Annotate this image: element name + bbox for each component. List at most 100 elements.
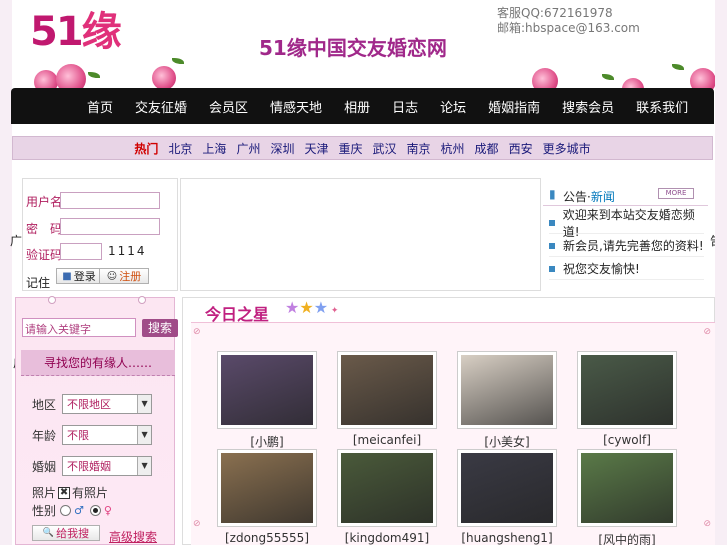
password-input[interactable]: [60, 218, 160, 235]
marriage-select[interactable]: 不限婚姻 ▼: [62, 456, 153, 476]
city-subnav: 热门 北京 上海 广州 深圳 天津 重庆 武汉 南京 杭州 成都 西安 更多城市: [12, 136, 713, 160]
bulb-icon: ▮: [549, 187, 556, 201]
subnav-item[interactable]: 天津: [304, 140, 328, 157]
password-label: 密 码: [26, 222, 63, 236]
photo-image: [341, 453, 433, 523]
subnav-item[interactable]: 深圳: [270, 140, 294, 157]
photo-option: 照片 ✖ 有照片: [32, 484, 108, 501]
photo-value: 有照片: [72, 486, 109, 500]
photo-image: [581, 453, 673, 523]
chevron-down-icon: ▼: [137, 426, 152, 444]
advanced-search-link[interactable]: 高级搜索: [109, 528, 157, 545]
right-edge-glyph: 告: [710, 234, 723, 248]
member-card[interactable]: [huangsheng1]: [457, 449, 557, 545]
member-name[interactable]: [小美女]: [457, 433, 557, 450]
search-input[interactable]: 请输入关键字: [22, 318, 136, 337]
nav-item[interactable]: 婚姻指南: [488, 97, 540, 116]
age-value: 不限: [67, 429, 90, 442]
member-name[interactable]: [huangsheng1]: [457, 531, 557, 545]
captcha-label: 验证码: [26, 248, 63, 262]
member-photo[interactable]: [217, 449, 317, 527]
search-button[interactable]: 搜索: [142, 319, 178, 337]
subnav-item[interactable]: 杭州: [441, 140, 465, 157]
nav-item[interactable]: 首页: [87, 97, 113, 116]
photo-image: [461, 355, 553, 425]
photo-image: [221, 355, 313, 425]
age-select[interactable]: 不限 ▼: [62, 425, 153, 445]
member-photo[interactable]: [337, 449, 437, 527]
subnav-item[interactable]: 南京: [407, 140, 431, 157]
member-card[interactable]: [kingdom491]: [337, 449, 437, 545]
nav-item[interactable]: 日志: [392, 97, 418, 116]
nav-item[interactable]: 论坛: [440, 97, 466, 116]
nav-item[interactable]: 相册: [344, 97, 370, 116]
nav-item[interactable]: 情感天地: [270, 97, 322, 116]
member-name[interactable]: [小鹏]: [217, 433, 317, 450]
member-photo[interactable]: [457, 351, 557, 429]
member-photo[interactable]: [337, 351, 437, 429]
member-name[interactable]: [zdong55555]: [217, 531, 317, 545]
user-icon: ☺: [106, 270, 118, 282]
member-photo[interactable]: [457, 449, 557, 527]
photo-image: [221, 453, 313, 523]
nav-item[interactable]: 会员区: [209, 97, 248, 116]
banner-area: [180, 178, 541, 291]
member-photo[interactable]: [577, 351, 677, 429]
username-input[interactable]: [60, 192, 160, 209]
remember-label: 记住: [26, 276, 51, 290]
news-header: ▮ 公告·新闻 MORE: [543, 184, 708, 206]
member-name[interactable]: [风中的雨]: [577, 531, 677, 545]
news-item[interactable]: 新会员,请先完善您的资料!: [549, 235, 704, 257]
member-name[interactable]: [cywolf]: [577, 433, 677, 447]
male-radio[interactable]: [60, 505, 72, 516]
gender-label: 性别: [32, 504, 57, 518]
region-select[interactable]: 不限地区 ▼: [62, 394, 153, 414]
member-name[interactable]: [meicanfei]: [337, 433, 437, 447]
member-photo[interactable]: [217, 351, 317, 429]
subnav-item[interactable]: 重庆: [338, 140, 362, 157]
member-card[interactable]: [cywolf]: [577, 351, 677, 447]
chevron-down-icon: ▼: [137, 457, 152, 475]
subnav-item[interactable]: 成都: [475, 140, 499, 157]
leaf-decoration: [672, 64, 684, 70]
member-card[interactable]: [meicanfei]: [337, 351, 437, 447]
more-button[interactable]: MORE: [658, 188, 694, 199]
news-panel: ▮ 公告·新闻 MORE 欢迎来到本站交友婚恋频道! 新会员,请先完善您的资料!…: [543, 178, 708, 283]
member-name[interactable]: [kingdom491]: [337, 531, 437, 545]
logo[interactable]: 51缘: [30, 10, 122, 54]
nav-item[interactable]: 交友征婚: [135, 97, 187, 116]
news-title-link[interactable]: 新闻: [591, 190, 615, 204]
subnav-item[interactable]: 西安: [509, 140, 533, 157]
news-item[interactable]: 欢迎来到本站交友婚恋频道!: [549, 208, 704, 239]
subnav-item[interactable]: 武汉: [373, 140, 397, 157]
subnav-item[interactable]: 上海: [202, 140, 226, 157]
subnav-item[interactable]: 更多城市: [543, 140, 591, 157]
member-card[interactable]: [小鹏]: [217, 351, 317, 450]
member-photo[interactable]: [577, 449, 677, 527]
captcha-input[interactable]: [60, 243, 102, 260]
photo-image: [581, 355, 673, 425]
go-search-button[interactable]: 🔍 给我搜: [32, 525, 100, 541]
login-button[interactable]: ■ 登录: [56, 268, 102, 284]
nav-item[interactable]: 搜索会员: [562, 97, 614, 116]
nav-item[interactable]: 联系我们: [636, 97, 688, 116]
photo-checkbox[interactable]: ✖: [58, 486, 71, 499]
subnav-item[interactable]: 北京: [168, 140, 192, 157]
member-card[interactable]: [风中的雨]: [577, 449, 677, 545]
age-label: 年龄: [32, 428, 57, 443]
subnav-item[interactable]: 广州: [236, 140, 260, 157]
news-title-prefix: 公告·: [563, 190, 591, 204]
register-button-label: 注册: [119, 270, 142, 283]
member-card[interactable]: [小美女]: [457, 351, 557, 450]
search-field-region: 地区 不限地区 ▼: [32, 394, 153, 414]
female-radio[interactable]: [89, 505, 101, 516]
email-label: 邮箱:: [497, 21, 526, 35]
news-item[interactable]: 祝您交友愉快!: [549, 258, 704, 280]
hanger-decoration: [48, 296, 56, 304]
search-panel: 请输入关键字 搜索 寻找您的有缘人…… 地区 不限地区 ▼ 年龄 不限 ▼ 婚姻 不…: [15, 296, 178, 545]
email-link[interactable]: hbspace@163.com: [525, 21, 640, 35]
member-card[interactable]: [zdong55555]: [217, 449, 317, 545]
region-label: 地区: [32, 397, 57, 412]
register-button[interactable]: ☺ 注册: [99, 268, 149, 284]
left-edge-glyph: 广: [10, 234, 23, 248]
